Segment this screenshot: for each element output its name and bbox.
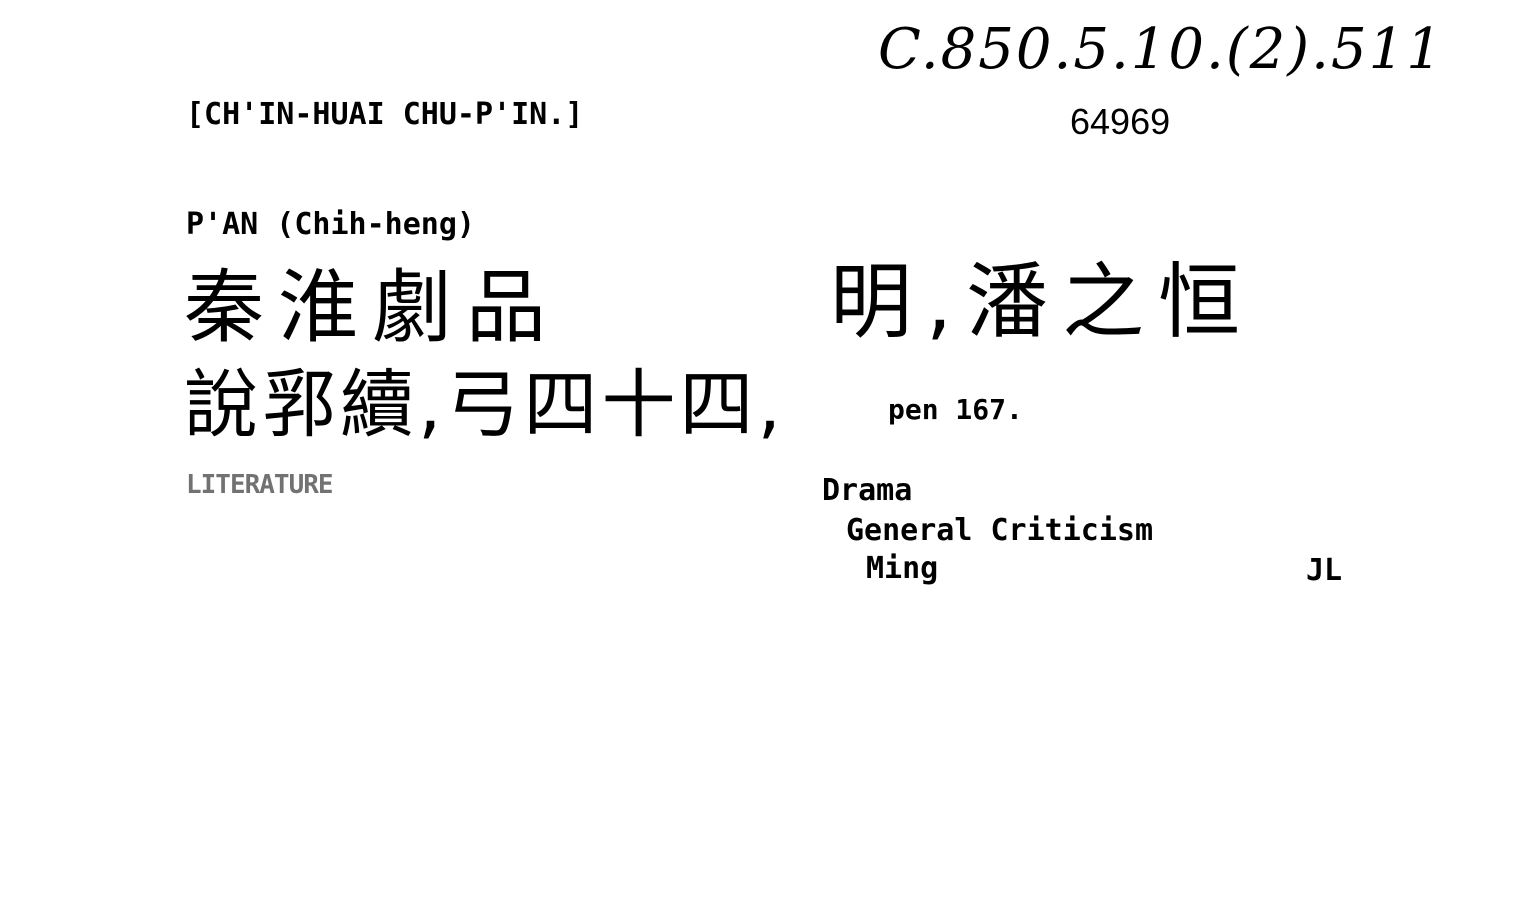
author-romanized: P'AN (Chih-heng) [186,207,475,242]
cataloger-initials: JL [1306,553,1343,588]
call-number: C.850.5.10.(2).511 [878,17,1444,82]
author-chinese: 明,潘之恒 [830,255,1255,350]
subject-main: LITERATURE [186,470,334,500]
accession-number: 64969 [1070,101,1171,142]
catalog-card: C.850.5.10.(2).511 [CH'IN-HUAI CHU-P'IN.… [0,0,1519,910]
title-chinese: 秦淮劇品 [184,261,560,354]
subject-heading: Drama [822,473,913,508]
subject-subdivision-2: Ming [866,551,939,586]
series-chinese: 說郛續,弓四十四, [184,362,786,448]
series-page: pen 167. [888,393,1023,426]
title-romanized: [CH'IN-HUAI CHU-P'IN.] [186,97,584,132]
subject-subdivision-1: General Criticism [846,513,1154,548]
